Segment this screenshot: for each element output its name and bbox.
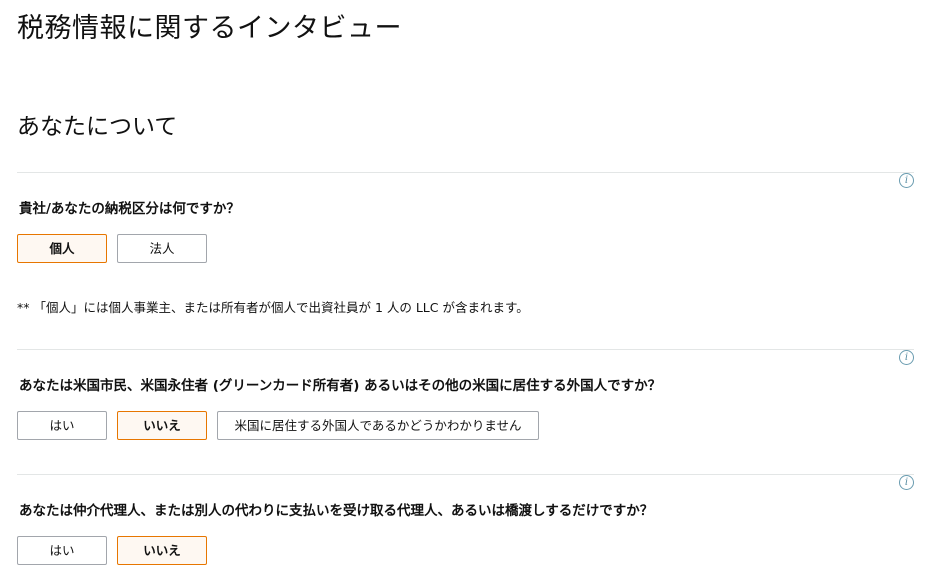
divider — [17, 349, 914, 350]
question-us-person: あなたは米国市民、米国永住者 (グリーンカード所有者) あるいはその他の米国に居… — [19, 378, 662, 394]
option-yes-button[interactable]: はい — [17, 411, 107, 440]
info-icon[interactable]: i — [899, 475, 914, 490]
option-individual-button[interactable]: 個人 — [17, 234, 107, 263]
option-no-button[interactable]: いいえ — [117, 411, 207, 440]
page-title: 税務情報に関するインタビュー — [17, 13, 402, 44]
question-intermediary-agent: あなたは仲介代理人、または別人の代わりに支払いを受け取る代理人、あるいは橋渡しす… — [19, 503, 654, 519]
option-yes-button[interactable]: はい — [17, 536, 107, 565]
individual-note: ** 「個人」には個人事業主、または所有者が個人で出資社員が 1 人の LLC … — [17, 300, 529, 315]
divider — [17, 474, 914, 475]
option-corporation-button[interactable]: 法人 — [117, 234, 207, 263]
divider — [17, 172, 914, 173]
option-no-button[interactable]: いいえ — [117, 536, 207, 565]
info-icon[interactable]: i — [899, 173, 914, 188]
question-tax-classification: 貴社/あなたの納税区分は何ですか？ — [19, 201, 240, 217]
section-title: あなたについて — [17, 114, 178, 140]
info-icon[interactable]: i — [899, 350, 914, 365]
option-unsure-button[interactable]: 米国に居住する外国人であるかどうかわかりません — [217, 411, 539, 440]
